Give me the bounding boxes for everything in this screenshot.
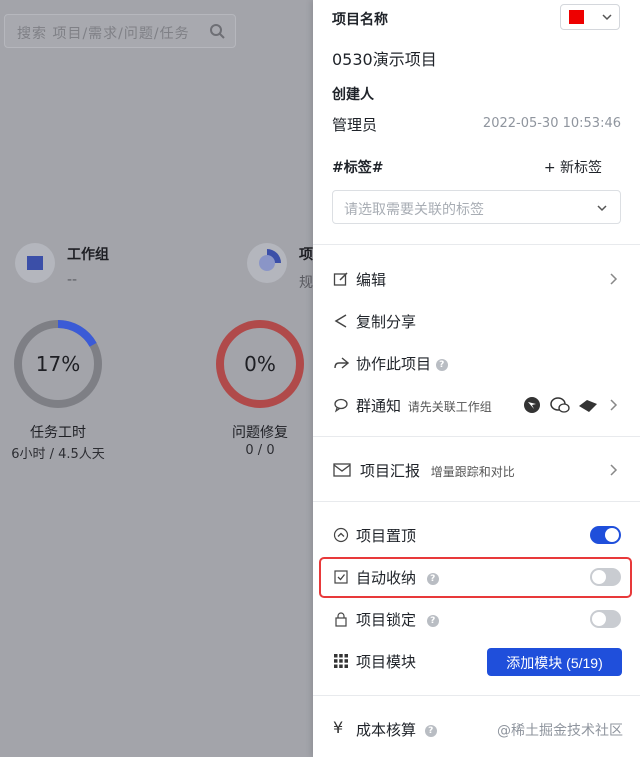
help-icon[interactable]: ? xyxy=(435,358,448,371)
chevron-right-icon xyxy=(610,464,618,476)
group-notify-hint: 请先关联工作组 xyxy=(407,400,492,414)
creator-name: 管理员 xyxy=(332,116,378,134)
issue-fix-sub: 0 / 0 xyxy=(245,443,275,458)
task-hours-sub: 6小时 / 4.5人天 xyxy=(11,447,105,462)
chevron-down-icon xyxy=(597,205,607,212)
pin-toggle[interactable] xyxy=(590,526,621,544)
chevron-right-icon xyxy=(610,399,618,411)
chat-bubble-icon xyxy=(334,398,348,413)
menu-collaborate[interactable]: 协作此项目 ? xyxy=(313,348,640,378)
lock-icon xyxy=(335,612,347,627)
add-module-button[interactable]: 添加模块 (5/19) xyxy=(487,648,622,676)
color-swatch xyxy=(569,10,584,24)
workgroup-label: 工作组 xyxy=(67,247,109,263)
menu-group-notify-label: 群通知 请先关联工作组 xyxy=(356,397,492,415)
setting-modules-label: 项目模块 xyxy=(356,653,417,671)
setting-pin: 项目置顶 xyxy=(313,520,640,550)
feishu-icon[interactable] xyxy=(577,396,599,414)
lock-toggle[interactable] xyxy=(590,610,621,628)
divider xyxy=(313,436,640,437)
yen-icon: ¥ xyxy=(333,718,344,737)
new-tag-button[interactable]: + 新标签 xyxy=(544,157,602,177)
setting-cost-label: 成本核算 ? xyxy=(356,719,437,740)
edit-icon xyxy=(333,272,348,286)
project-stat-icon xyxy=(247,243,287,283)
help-icon[interactable]: ? xyxy=(424,724,437,737)
issue-fix-percent: 0% xyxy=(244,352,276,376)
tag-select-placeholder: 请选取需要关联的标签 xyxy=(344,202,484,218)
mail-icon xyxy=(333,463,351,477)
menu-collaborate-label: 协作此项目 ? xyxy=(356,353,448,374)
created-timestamp: 2022-05-30 10:53:46 xyxy=(482,116,621,131)
pin-top-icon xyxy=(333,527,349,543)
menu-copy-share[interactable]: 复制分享 xyxy=(313,306,640,336)
dingtalk-icon[interactable] xyxy=(523,396,541,414)
menu-report[interactable]: 项目汇报 增量跟踪和对比 xyxy=(313,455,640,485)
tag-select[interactable]: 请选取需要关联的标签 xyxy=(332,190,621,224)
search-box[interactable]: 搜索 项目/需求/问题/任务 xyxy=(4,14,236,48)
setting-pin-label: 项目置顶 xyxy=(356,527,417,545)
menu-report-label: 项目汇报 增量跟踪和对比 xyxy=(360,462,515,480)
setting-lock: 项目锁定 ? xyxy=(313,604,640,634)
chevron-down-icon xyxy=(602,14,612,21)
divider xyxy=(313,695,640,696)
tags-label: #标签# xyxy=(332,160,384,176)
menu-edit-label: 编辑 xyxy=(356,271,387,289)
menu-copy-share-label: 复制分享 xyxy=(356,313,417,331)
project-color-select[interactable] xyxy=(560,4,620,30)
divider xyxy=(313,244,640,245)
report-hint: 增量跟踪和对比 xyxy=(430,465,515,479)
setting-auto-archive-label: 自动收纳 ? xyxy=(356,567,439,588)
project-name[interactable]: 0530演示项目 xyxy=(332,46,437,70)
search-placeholder: 搜索 项目/需求/问题/任务 xyxy=(17,26,190,42)
watermark: @稀土掘金技术社区 xyxy=(497,723,623,739)
task-hours-title: 任务工时 xyxy=(30,425,86,441)
divider xyxy=(313,501,640,502)
task-hours-percent: 17% xyxy=(35,352,81,376)
workgroup-icon xyxy=(15,243,55,283)
background-page: 搜索 项目/需求/问题/任务 工作组 -- 项 规 17% 任务工时 6小时 /… xyxy=(0,0,313,757)
project-stat-value: 规 xyxy=(299,275,313,291)
search-icon xyxy=(210,24,225,39)
project-settings-panel: 项目名称 0530演示项目 创建人 管理员 2022-05-30 10:53:4… xyxy=(313,0,640,757)
menu-edit[interactable]: 编辑 xyxy=(313,264,640,294)
share-icon xyxy=(334,314,347,328)
forward-icon xyxy=(334,357,349,369)
help-icon[interactable]: ? xyxy=(426,572,439,585)
workgroup-value: -- xyxy=(67,272,78,288)
wechat-work-icon[interactable] xyxy=(549,396,571,414)
checkbox-icon xyxy=(334,570,348,584)
issue-fix-title: 问题修复 xyxy=(232,425,288,441)
auto-archive-toggle[interactable] xyxy=(590,568,621,586)
chevron-right-icon xyxy=(610,273,618,285)
menu-group-notify[interactable]: 群通知 请先关联工作组 xyxy=(313,390,640,420)
creator-label: 创建人 xyxy=(332,87,374,103)
project-name-label: 项目名称 xyxy=(332,12,388,28)
grid-icon xyxy=(334,654,348,668)
help-icon[interactable]: ? xyxy=(426,614,439,627)
setting-auto-archive: 自动收纳 ? xyxy=(313,562,640,592)
project-stat-label: 项 xyxy=(299,247,313,263)
setting-lock-label: 项目锁定 ? xyxy=(356,609,439,630)
